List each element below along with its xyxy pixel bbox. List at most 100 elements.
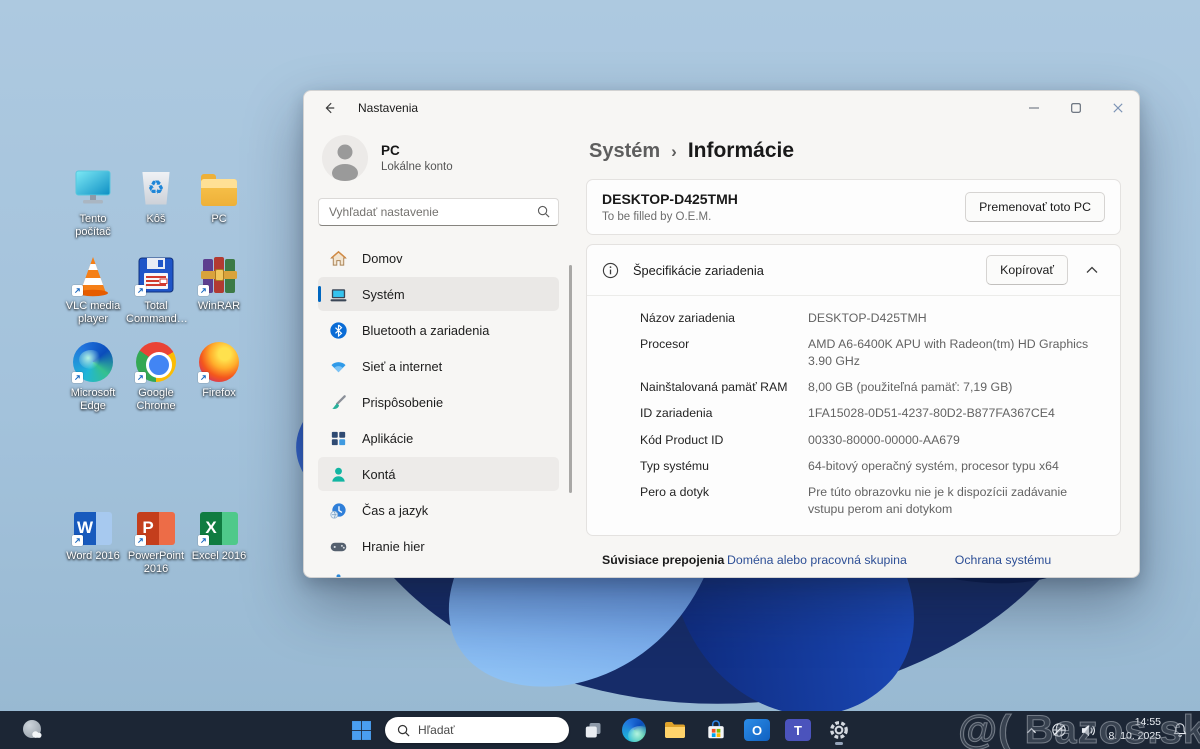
spec-row: Nainštalovaná pamäť RAM 8,00 GB (použite…	[640, 375, 1104, 401]
desktop-icon-this-pc[interactable]: Tento počítač	[63, 166, 123, 239]
firefox-icon	[197, 340, 241, 384]
maximize-button[interactable]	[1055, 91, 1097, 125]
shortcut-arrow-icon	[198, 372, 209, 383]
shortcut-arrow-icon	[198, 535, 209, 546]
breadcrumb-parent[interactable]: Systém	[589, 140, 660, 163]
sidebar-item-system[interactable]: Systém	[318, 277, 559, 311]
word-icon: W	[71, 503, 115, 547]
task-view-icon	[583, 720, 603, 740]
folder-icon	[197, 166, 241, 210]
specs-header[interactable]: Špecifikácie zariadenia Kopírovať	[587, 245, 1120, 295]
device-name-card: DESKTOP-D425TMH To be filled by O.E.M. P…	[586, 179, 1121, 235]
vlc-cone-icon	[71, 253, 115, 297]
desktop-icon-powerpoint[interactable]: P PowerPoint 2016	[126, 503, 186, 576]
desktop-icon-label: Word 2016	[63, 550, 123, 563]
device-oem: To be filled by O.E.M.	[602, 211, 738, 223]
settings-nav: Domov Systém Bluetooth a zariadenia	[318, 241, 559, 578]
sidebar-item-time-language[interactable]: Čas a jazyk	[318, 493, 559, 527]
desktop-icon-excel[interactable]: X Excel 2016	[189, 503, 249, 563]
taskbar-search[interactable]: Hľadať	[385, 717, 569, 743]
window-title: Nastavenia	[358, 101, 418, 115]
settings-main: Systém › Informácie DESKTOP-D425TMH To b…	[573, 125, 1139, 578]
gamepad-icon	[329, 537, 348, 556]
clock-globe-icon	[329, 501, 348, 520]
start-button[interactable]	[344, 715, 378, 745]
search-icon	[397, 724, 410, 737]
desktop-icon-recycle-bin[interactable]: ♻ Kôš	[126, 166, 186, 226]
account-block[interactable]: PC Lokálne konto	[322, 135, 555, 181]
sidebar-item-apps[interactable]: Aplikácie	[318, 421, 559, 455]
device-name: DESKTOP-D425TMH	[602, 191, 738, 207]
task-view-button[interactable]	[576, 715, 610, 745]
desktop-icon-label: Tento počítač	[63, 213, 123, 239]
settings-window: Nastavenia	[303, 90, 1140, 578]
sidebar-item-network[interactable]: Sieť a internet	[318, 349, 559, 383]
spec-row: Procesor AMD A6-6400K APU with Radeon(tm…	[640, 331, 1104, 374]
total-commander-icon	[134, 253, 178, 297]
breadcrumb-separator: ›	[671, 142, 677, 162]
taskbar-edge[interactable]	[617, 715, 651, 745]
close-icon	[1113, 103, 1123, 113]
shortcut-arrow-icon	[135, 535, 146, 546]
desktop-icon-label: Kôš	[126, 213, 186, 226]
avatar	[322, 135, 368, 181]
bluetooth-icon	[329, 321, 348, 340]
sidebar-item-label: Prispôsobenie	[362, 395, 443, 410]
network-globe-icon[interactable]	[1049, 720, 1069, 740]
widgets-weather-icon[interactable]	[16, 715, 50, 745]
wifi-icon	[329, 357, 348, 376]
desktop-icon-chrome[interactable]: Google Chrome	[126, 340, 186, 413]
shortcut-arrow-icon	[72, 285, 83, 296]
desktop-icon-firefox[interactable]: Firefox	[189, 340, 249, 400]
specs-list: Názov zariadenia DESKTOP-D425TMH Proceso…	[587, 295, 1120, 535]
desktop-icon-winrar[interactable]: WinRAR	[189, 253, 249, 313]
desktop-icon-vlc[interactable]: VLC media player	[63, 253, 123, 326]
desktop-icon-pc-folder[interactable]: PC	[189, 166, 249, 226]
sidebar-item-personalization[interactable]: Prispôsobenie	[318, 385, 559, 419]
recycle-bin-icon: ♻	[134, 166, 178, 210]
settings-search-input[interactable]	[318, 198, 559, 226]
rename-pc-button[interactable]: Premenovať toto PC	[965, 192, 1105, 222]
sidebar-item-label: Aplikácie	[362, 431, 413, 446]
shortcut-arrow-icon	[72, 372, 83, 383]
sidebar-item-accounts[interactable]: Kontá	[318, 457, 559, 491]
chevron-up-icon[interactable]	[1086, 266, 1098, 274]
windows-logo-icon	[351, 720, 372, 741]
tray-clock[interactable]: 14:55 8. 10. 2025	[1108, 716, 1161, 743]
link-domain-workgroup[interactable]: Doména alebo pracovná skupina	[727, 553, 907, 567]
back-button[interactable]	[314, 94, 344, 122]
sidebar-item-label: Sieť a internet	[362, 359, 442, 374]
excel-icon: X	[197, 503, 241, 547]
taskbar-outlook[interactable]: O	[740, 715, 774, 745]
sidebar-item-label: Systém	[362, 287, 405, 302]
sidebar-item-gaming[interactable]: Hranie hier	[318, 529, 559, 563]
taskbar-microsoft-store[interactable]	[699, 715, 733, 745]
sidebar-item-domov[interactable]: Domov	[318, 241, 559, 275]
minimize-button[interactable]	[1013, 91, 1055, 125]
taskbar-teams[interactable]: T	[781, 715, 815, 745]
sidebar-item-accessibility[interactable]: Prístupnosť	[318, 565, 559, 578]
shortcut-arrow-icon	[135, 285, 146, 296]
desktop-icon-edge[interactable]: Microsoft Edge	[63, 340, 123, 413]
close-button[interactable]	[1097, 91, 1139, 125]
volume-icon[interactable]	[1078, 721, 1099, 740]
taskbar-settings[interactable]	[822, 715, 856, 745]
edge-icon	[622, 718, 646, 742]
device-specs-card: Špecifikácie zariadenia Kopírovať Názov …	[586, 244, 1121, 536]
link-system-protection[interactable]: Ochrana systému	[955, 553, 1051, 567]
sidebar-item-label: Čas a jazyk	[362, 503, 428, 518]
account-name: PC	[381, 143, 453, 158]
tray-chevron-up-icon[interactable]	[1023, 724, 1040, 737]
sidebar-scrollbar[interactable]	[569, 265, 572, 493]
desktop-icon-total-commander[interactable]: Total Command…	[126, 253, 186, 326]
desktop-icon-label: Excel 2016	[189, 550, 249, 563]
desktop-icon-word[interactable]: W Word 2016	[63, 503, 123, 563]
spec-row: Pero a dotyk Pre túto obrazovku nie je k…	[640, 479, 1104, 522]
taskbar-file-explorer[interactable]	[658, 715, 692, 745]
taskbar-search-placeholder: Hľadať	[418, 723, 455, 737]
copy-button[interactable]: Kopírovať	[986, 255, 1068, 285]
sidebar-item-bluetooth[interactable]: Bluetooth a zariadenia	[318, 313, 559, 347]
system-icon	[329, 285, 348, 304]
notifications-bell-icon[interactable]	[1170, 720, 1190, 740]
winrar-books-icon	[197, 253, 241, 297]
